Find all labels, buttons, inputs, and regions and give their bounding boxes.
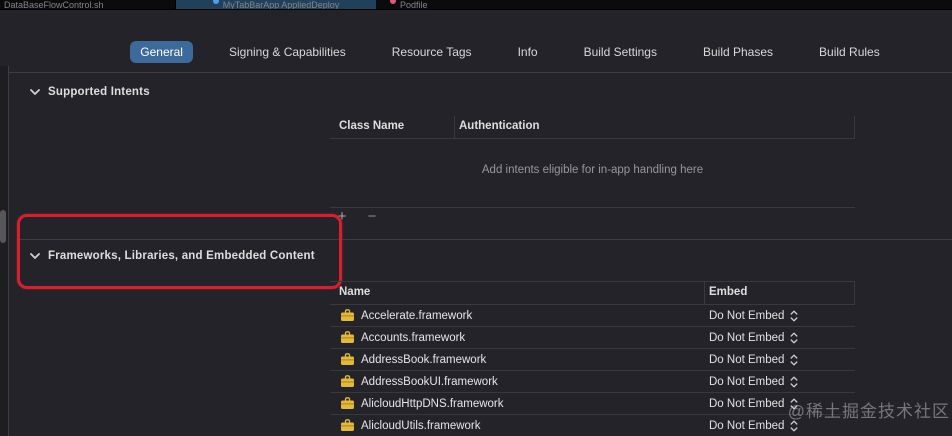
framework-name: AddressBookUI.framework [361,375,498,388]
stepper-icon [790,332,798,344]
chevron-down-icon[interactable] [30,88,40,96]
embed-select[interactable]: Do Not Embed [709,354,798,366]
supported-intents-title: Supported Intents [48,86,150,98]
table-row[interactable]: AlicloudHttpDNS.framework Do Not Embed [330,393,855,415]
tab-info[interactable]: Info [508,41,548,63]
tab-build-settings[interactable]: Build Settings [574,41,667,63]
stepper-icon [790,376,798,388]
intents-table-header: Class Name Authentication [330,116,855,139]
framework-icon [340,397,355,410]
window-tab-right-label: Podfile [400,0,428,9]
project-settings-tabbar: General Signing & Capabilities Resource … [68,39,952,65]
podfile-icon [390,0,396,4]
table-row[interactable]: AddressBookUI.framework Do Not Embed [330,371,855,393]
framework-icon [340,353,355,366]
embed-select[interactable]: Do Not Embed [709,310,798,322]
column-divider [704,282,705,304]
column-embed[interactable]: Embed [709,286,747,298]
table-row[interactable]: AddressBook.framework Do Not Embed [330,349,855,371]
embed-value: Do Not Embed [709,397,785,410]
scrollbar-thumb[interactable] [0,210,6,243]
frameworks-table: Name Embed Accelerate.framework Do Not E… [330,281,855,436]
intents-empty-placeholder: Add intents eligible for in-app handling… [481,164,704,176]
embed-value: Do Not Embed [709,375,785,388]
framework-name: AlicloudHttpDNS.framework [361,397,504,410]
framework-name: Accelerate.framework [361,309,473,322]
framework-icon [340,309,355,322]
tab-resource-tags[interactable]: Resource Tags [382,41,482,63]
intents-table: Class Name Authentication Add intents el… [330,116,855,208]
window-tab-active[interactable]: MyTabBarApp AppliedDeploy [175,0,377,9]
table-row[interactable]: AlicloudUtils.framework Do Not Embed [330,415,855,436]
stepper-icon [790,354,798,366]
column-name[interactable]: Name [339,286,370,298]
chevron-down-icon[interactable] [30,252,40,260]
tab-build-rules[interactable]: Build Rules [809,41,890,63]
watermark: @稀土掘金技术社区 [787,402,950,421]
embed-select[interactable]: Do Not Embed [709,420,798,432]
window-tab-right[interactable]: Podfile [376,0,590,9]
tab-build-phases[interactable]: Build Phases [693,41,783,63]
column-authentication[interactable]: Authentication [459,120,540,132]
embed-select[interactable]: Do Not Embed [709,398,798,410]
table-row[interactable]: Accelerate.framework Do Not Embed [330,305,855,327]
framework-name: AlicloudUtils.framework [361,419,481,432]
window-tab-left[interactable]: DataBaseFlowControl.sh [0,0,179,9]
xcode-project-editor: DataBaseFlowControl.sh MyTabBarApp Appli… [0,0,952,436]
window-tab-strip: DataBaseFlowControl.sh MyTabBarApp Appli… [0,0,952,10]
section-divider [20,239,952,240]
remove-intent-button[interactable]: − [364,209,380,225]
embed-select[interactable]: Do Not Embed [709,376,798,388]
column-divider [854,116,855,138]
add-intent-button[interactable]: + [334,209,350,225]
window-tab-left-label: DataBaseFlowControl.sh [4,0,104,9]
embed-value: Do Not Embed [709,353,785,366]
intents-add-remove-bar: + − [334,209,380,225]
left-gutter [0,66,8,436]
window-tab-active-label: MyTabBarApp AppliedDeploy [222,0,340,9]
framework-icon [340,331,355,344]
frameworks-table-header: Name Embed [330,281,855,305]
tab-signing-capabilities[interactable]: Signing & Capabilities [219,41,356,63]
project-icon [212,0,219,4]
toolbar-divider [9,72,952,73]
framework-icon [340,419,355,432]
column-class-name[interactable]: Class Name [339,120,404,132]
framework-name: Accounts.framework [361,331,466,344]
framework-icon [340,375,355,388]
tab-general[interactable]: General [130,41,193,63]
gutter-divider [8,66,9,436]
column-divider [854,282,855,304]
stepper-icon [790,310,798,322]
table-row[interactable]: Accounts.framework Do Not Embed [330,327,855,349]
embed-value: Do Not Embed [709,331,785,344]
framework-name: AddressBook.framework [361,353,487,366]
embed-value: Do Not Embed [709,309,785,322]
frameworks-header[interactable]: Frameworks, Libraries, and Embedded Cont… [30,250,315,262]
column-divider [454,116,455,138]
embed-value: Do Not Embed [709,419,785,432]
frameworks-title: Frameworks, Libraries, and Embedded Cont… [48,250,315,262]
supported-intents-header[interactable]: Supported Intents [30,86,150,98]
embed-select[interactable]: Do Not Embed [709,332,798,344]
